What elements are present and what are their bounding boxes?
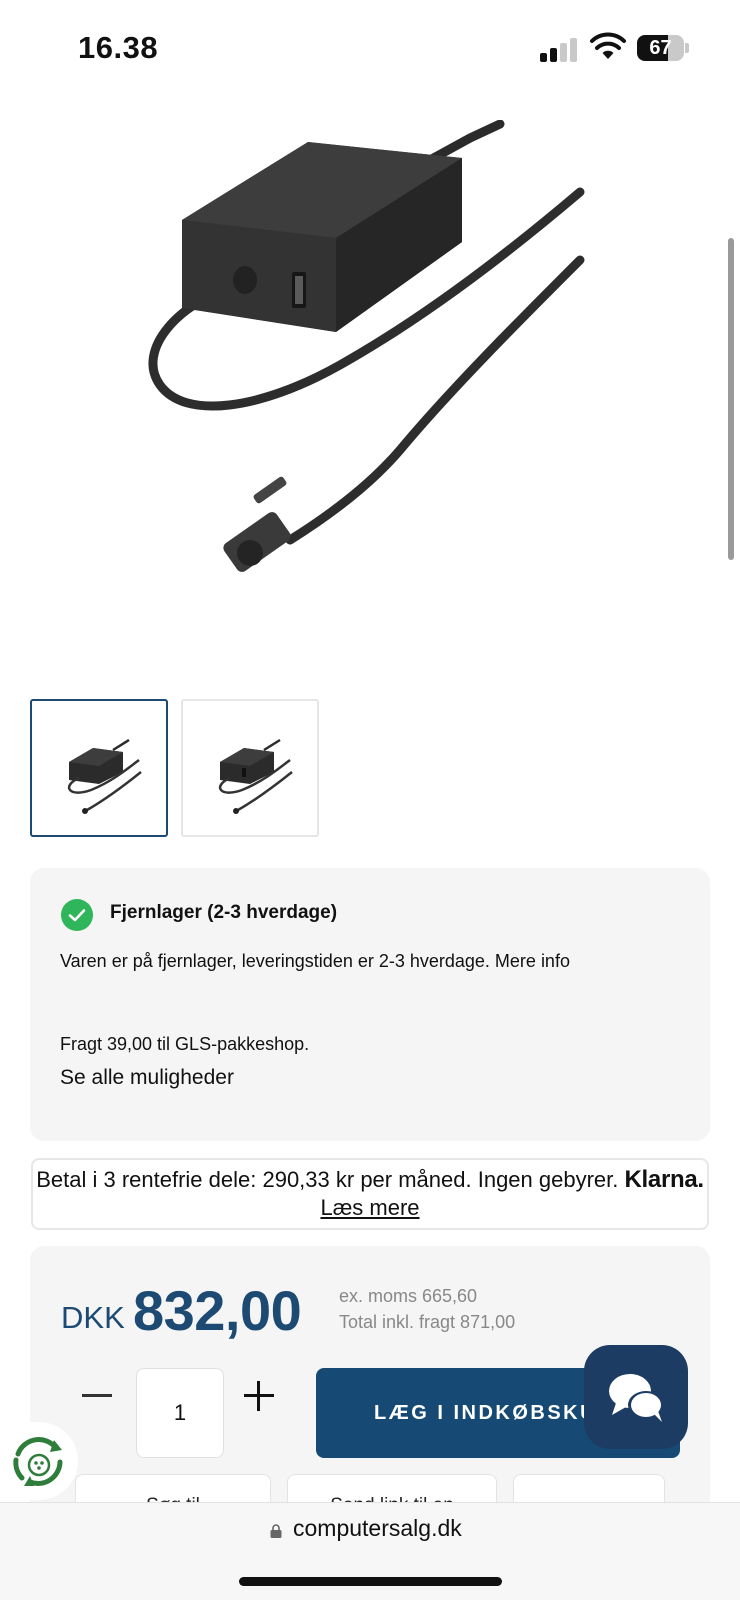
thumbnail-image	[67, 738, 142, 814]
price-total-incl-shipping: Total inkl. fragt 871,00	[339, 1312, 516, 1332]
stock-card: Fjernlager (2-3 hverdage) Varen er på fj…	[30, 868, 710, 1141]
eco-badge[interactable]	[0, 1422, 78, 1500]
scrollbar[interactable]	[728, 238, 734, 560]
price-amount: 832,00	[133, 1279, 302, 1342]
thumbnail-1[interactable]	[30, 699, 168, 837]
url-text[interactable]: computersalg.dk	[293, 1515, 462, 1542]
klarna-logo: Klarna.	[624, 1166, 705, 1193]
battery-level: 67	[649, 37, 672, 59]
browser-address-bar[interactable]: computersalg.dk	[0, 1502, 740, 1600]
price-ex-vat: ex. moms 665,60	[339, 1286, 478, 1306]
shipping-info: Fragt 39,00 til GLS-pakkeshop.	[60, 1034, 310, 1054]
decrease-quantity-button[interactable]	[82, 1381, 112, 1411]
check-icon	[61, 899, 93, 931]
thumbnail-2[interactable]	[181, 699, 319, 837]
thumbnail-image	[218, 738, 293, 814]
chat-icon	[609, 1374, 664, 1422]
home-indicator[interactable]	[239, 1577, 502, 1586]
increase-quantity-button[interactable]	[244, 1381, 274, 1411]
signal-icon	[540, 36, 580, 62]
recycle-icon	[13, 1437, 63, 1486]
chat-button[interactable]	[584, 1345, 688, 1449]
wifi-icon	[590, 32, 626, 59]
klarna-read-more-link[interactable]: Læs mere	[320, 1195, 419, 1220]
see-all-options-link[interactable]: Se alle muligheder	[60, 1066, 234, 1090]
status-bar: 16.38 67	[0, 0, 740, 92]
battery-icon: 67	[637, 35, 689, 61]
klarna-banner: Betal i 3 rentefrie dele: 290,33 kr per …	[31, 1158, 709, 1230]
stock-status-title: Fjernlager (2-3 hverdage)	[110, 902, 338, 923]
quantity-input[interactable]: 1	[136, 1368, 224, 1458]
product-image[interactable]	[140, 120, 600, 590]
klarna-text: Betal i 3 rentefrie dele: 290,33 kr per …	[36, 1167, 619, 1192]
lock-icon	[270, 1524, 282, 1538]
status-time: 16.38	[78, 30, 159, 65]
price-currency: DKK	[61, 1300, 125, 1335]
stock-description[interactable]: Varen er på fjernlager, leveringstiden e…	[60, 947, 600, 976]
